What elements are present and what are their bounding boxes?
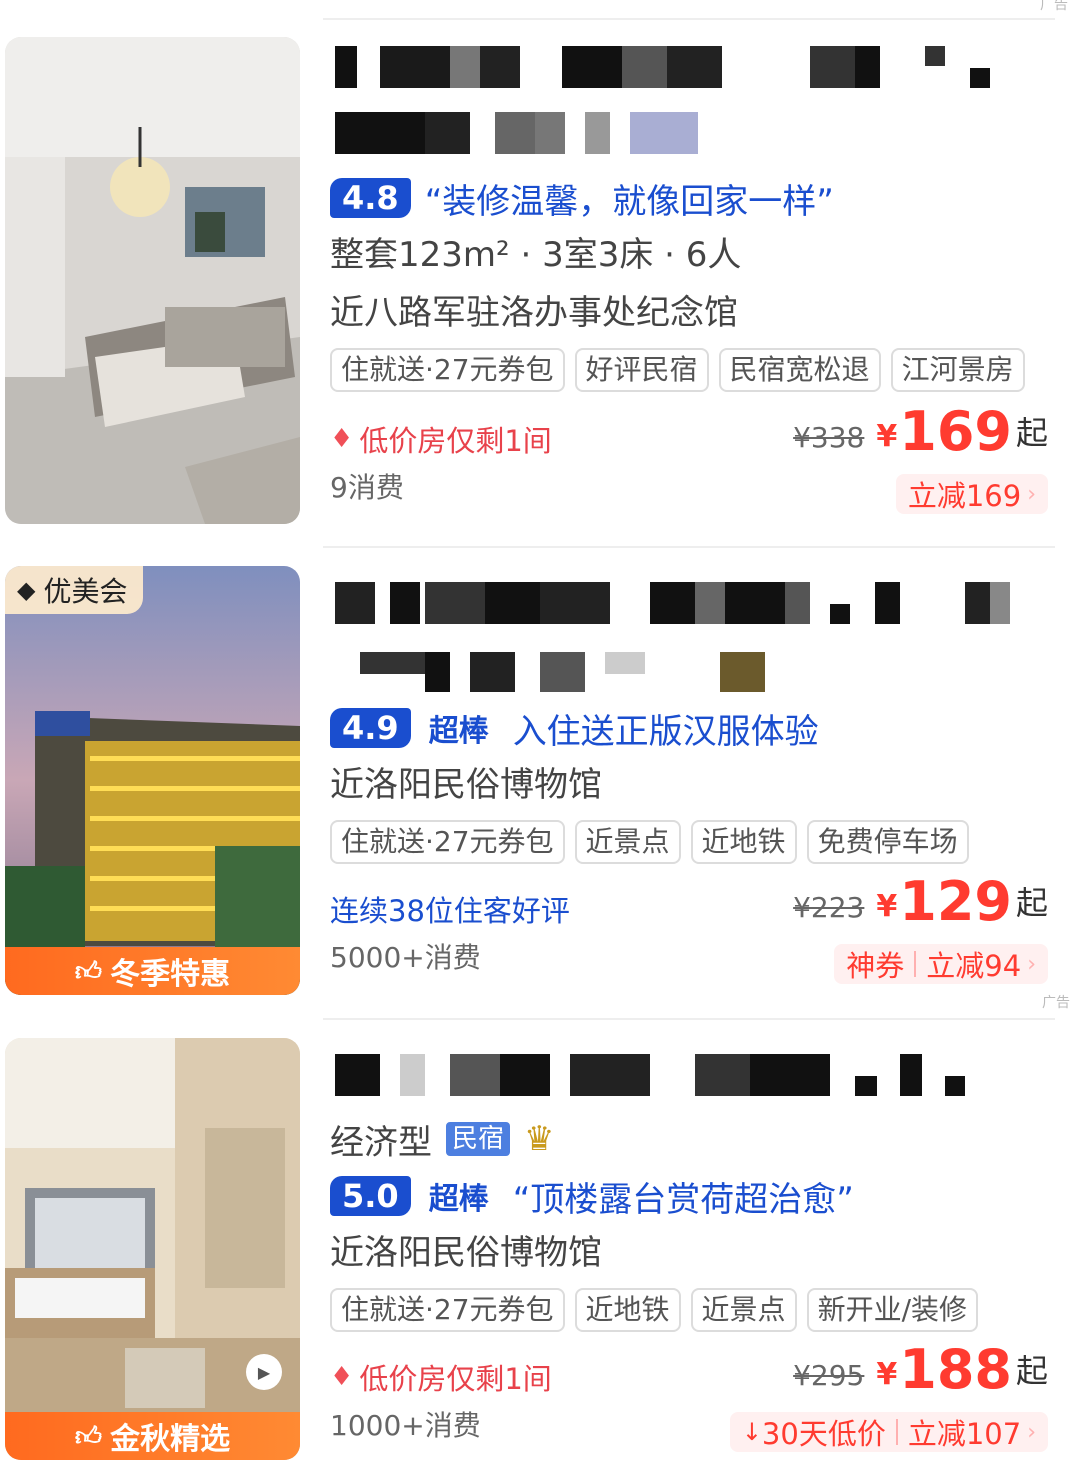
discount-button[interactable]: ↓ 30天低价 立减107 › bbox=[729, 1412, 1048, 1452]
price-suffix: 起 bbox=[1015, 1352, 1048, 1390]
chevron-right-icon: › bbox=[1027, 951, 1036, 977]
property-type: 经济型 bbox=[330, 1122, 432, 1163]
consumption-count: 9消费 bbox=[330, 471, 404, 504]
promo-badge-text: 金秋精选 bbox=[110, 1422, 231, 1457]
price-suffix: 起 bbox=[1015, 414, 1048, 452]
nearby-landmark: 近八路军驻洛办事处纪念馆 bbox=[330, 293, 738, 333]
discount-button[interactable]: 神券 立减94 › bbox=[834, 944, 1048, 984]
nearby-landmark: 近洛阳民俗博物馆 bbox=[330, 765, 602, 805]
crown-icon: ♛ bbox=[524, 1119, 555, 1159]
thumbs-up-icon: 👍︎ bbox=[74, 1421, 103, 1452]
listing-photo[interactable] bbox=[5, 37, 300, 524]
divider bbox=[323, 1018, 1055, 1020]
rating-score: 5.0 bbox=[330, 1176, 411, 1216]
fire-icon: ♦ bbox=[330, 1362, 354, 1392]
review-quote: “装修温馨，就像回家一样” bbox=[424, 181, 834, 222]
low-price-text: 30天低价 bbox=[761, 1417, 886, 1451]
rating-label: 超棒 bbox=[428, 714, 489, 749]
price-suffix: 起 bbox=[1015, 884, 1048, 922]
currency-symbol: ¥ bbox=[876, 889, 898, 924]
original-price: ¥295 bbox=[793, 1359, 865, 1392]
ad-label: 广告 bbox=[1042, 995, 1070, 1011]
current-price: 169 bbox=[899, 400, 1012, 463]
original-price: ¥338 bbox=[793, 421, 865, 454]
homestay-badge: 民宿 bbox=[446, 1122, 511, 1156]
original-price: ¥223 bbox=[793, 891, 865, 924]
promo-badge-text: 冬季特惠 bbox=[110, 957, 231, 992]
tag: 民宿宽松退 bbox=[718, 348, 881, 392]
vip-diamond-icon: ◆ bbox=[17, 576, 36, 604]
promo-badge: 👍︎ 冬季特惠 bbox=[5, 947, 300, 995]
ad-label-top: 广告 bbox=[1040, 0, 1068, 13]
rating-label: 超棒 bbox=[428, 1182, 489, 1217]
tag-list: 住就送·27元券包 近景点 近地铁 免费停车场 bbox=[330, 820, 969, 864]
discount-button[interactable]: 立减169 › bbox=[895, 474, 1048, 514]
separator bbox=[914, 951, 917, 977]
listing-photo[interactable]: ▶ 👍︎ 金秋精选 bbox=[5, 1038, 300, 1460]
tag: 近景点 bbox=[690, 1288, 797, 1332]
tag: 近地铁 bbox=[574, 1288, 681, 1332]
divider bbox=[323, 546, 1055, 548]
alert-text: 低价房仅剩1间 bbox=[359, 424, 552, 458]
tag: 好评民宿 bbox=[574, 348, 709, 392]
tag: 近地铁 bbox=[690, 820, 797, 864]
listing-photo[interactable]: ◆ 优美会 👍︎ 冬季特惠 bbox=[5, 566, 300, 995]
fire-icon: ♦ bbox=[330, 424, 354, 454]
current-price: 188 bbox=[899, 1338, 1012, 1401]
nearby-landmark: 近洛阳民俗博物馆 bbox=[330, 1233, 602, 1273]
discount-text: 立减169 bbox=[907, 479, 1022, 513]
tag: 免费停车场 bbox=[806, 820, 969, 864]
redacted-title bbox=[330, 44, 1050, 164]
review-streak: 连续38位住客好评 bbox=[330, 894, 570, 928]
alert-text: 低价房仅剩1间 bbox=[359, 1362, 552, 1396]
price-block: ¥338 ¥ 169 起 立减169 › bbox=[793, 404, 1048, 514]
price-block: ¥295 ¥ 188 起 ↓ 30天低价 立减107 › bbox=[729, 1338, 1048, 1452]
promo-badge: 👍︎ 金秋精选 bbox=[5, 1412, 300, 1460]
rating-score: 4.8 bbox=[330, 178, 411, 218]
arrow-down-icon: ↓ bbox=[741, 1418, 762, 1446]
redacted-title bbox=[330, 580, 1050, 700]
currency-symbol: ¥ bbox=[876, 419, 898, 454]
divider-top bbox=[323, 18, 1055, 20]
price-block: ¥223 ¥ 129 起 神券 立减94 › bbox=[793, 874, 1048, 984]
thumbs-up-icon: 👍︎ bbox=[74, 956, 103, 987]
tag: 新开业/装修 bbox=[806, 1288, 978, 1332]
tag-list: 住就送·27元券包 好评民宿 民宿宽松退 江河景房 bbox=[330, 348, 1025, 392]
chevron-right-icon: › bbox=[1027, 1419, 1036, 1445]
currency-symbol: ¥ bbox=[876, 1357, 898, 1392]
vip-badge: ◆ 优美会 bbox=[5, 566, 144, 614]
review-quote: “顶楼露台赏荷超治愈” bbox=[512, 1179, 854, 1220]
highlight-text: 入住送正版汉服体验 bbox=[512, 711, 819, 752]
rating-score: 4.9 bbox=[330, 708, 411, 748]
consumption-count: 5000+消费 bbox=[330, 941, 481, 974]
redacted-title bbox=[330, 1052, 1050, 1108]
vip-badge-text: 优美会 bbox=[43, 575, 128, 608]
tag: 江河景房 bbox=[890, 348, 1025, 392]
room-layout: 整套123m² · 3室3床 · 6人 bbox=[330, 235, 742, 275]
tag: 住就送·27元券包 bbox=[330, 348, 565, 392]
tag: 住就送·27元券包 bbox=[330, 1288, 565, 1332]
consumption-count: 1000+消费 bbox=[330, 1409, 481, 1442]
tag-list: 住就送·27元券包 近地铁 近景点 新开业/装修 bbox=[330, 1288, 978, 1332]
separator bbox=[895, 1419, 898, 1445]
tag: 近景点 bbox=[574, 820, 681, 864]
current-price: 129 bbox=[899, 870, 1012, 933]
discount-text: 立减94 bbox=[926, 949, 1022, 983]
tag: 住就送·27元券包 bbox=[330, 820, 565, 864]
discount-text: 立减107 bbox=[907, 1417, 1022, 1451]
scarcity-alert: ♦ 低价房仅剩1间 bbox=[330, 1356, 552, 1398]
coupon-text: 神券 bbox=[846, 949, 905, 983]
scarcity-alert: ♦ 低价房仅剩1间 bbox=[330, 418, 552, 460]
play-video-icon[interactable]: ▶ bbox=[246, 1354, 282, 1390]
chevron-right-icon: › bbox=[1027, 481, 1036, 507]
